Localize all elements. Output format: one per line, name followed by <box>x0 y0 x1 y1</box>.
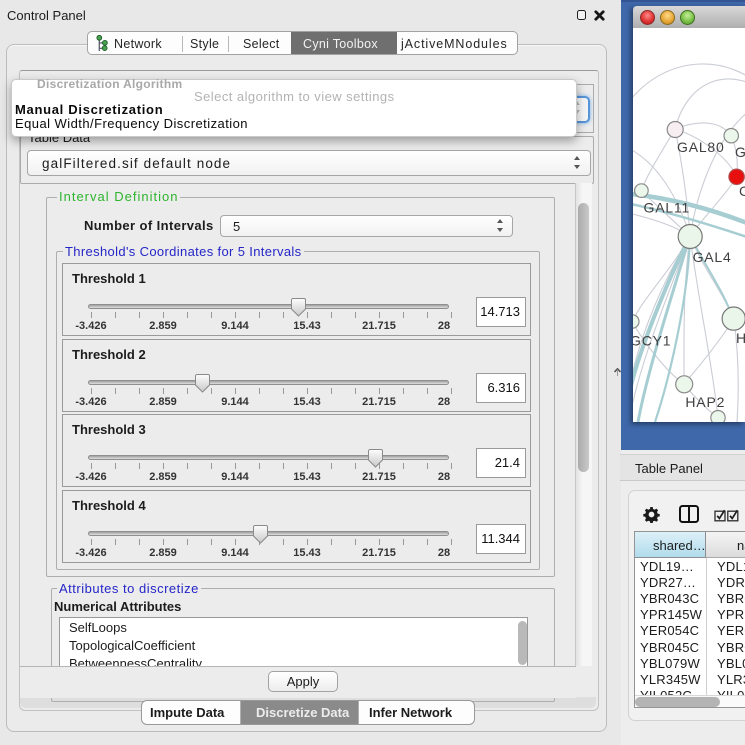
svg-text:GAL4: GAL4 <box>693 249 732 265</box>
svg-text:GAL80: GAL80 <box>677 139 725 155</box>
svg-text:HAP2: HAP2 <box>685 394 725 410</box>
svg-text:HIS7: HIS7 <box>736 330 745 346</box>
svg-text:CYC: CYC <box>739 183 745 199</box>
svg-text:GAL2: GAL2 <box>735 144 745 160</box>
svg-text:GCY1: GCY1 <box>633 333 671 349</box>
svg-text:GAL11: GAL11 <box>644 200 691 216</box>
